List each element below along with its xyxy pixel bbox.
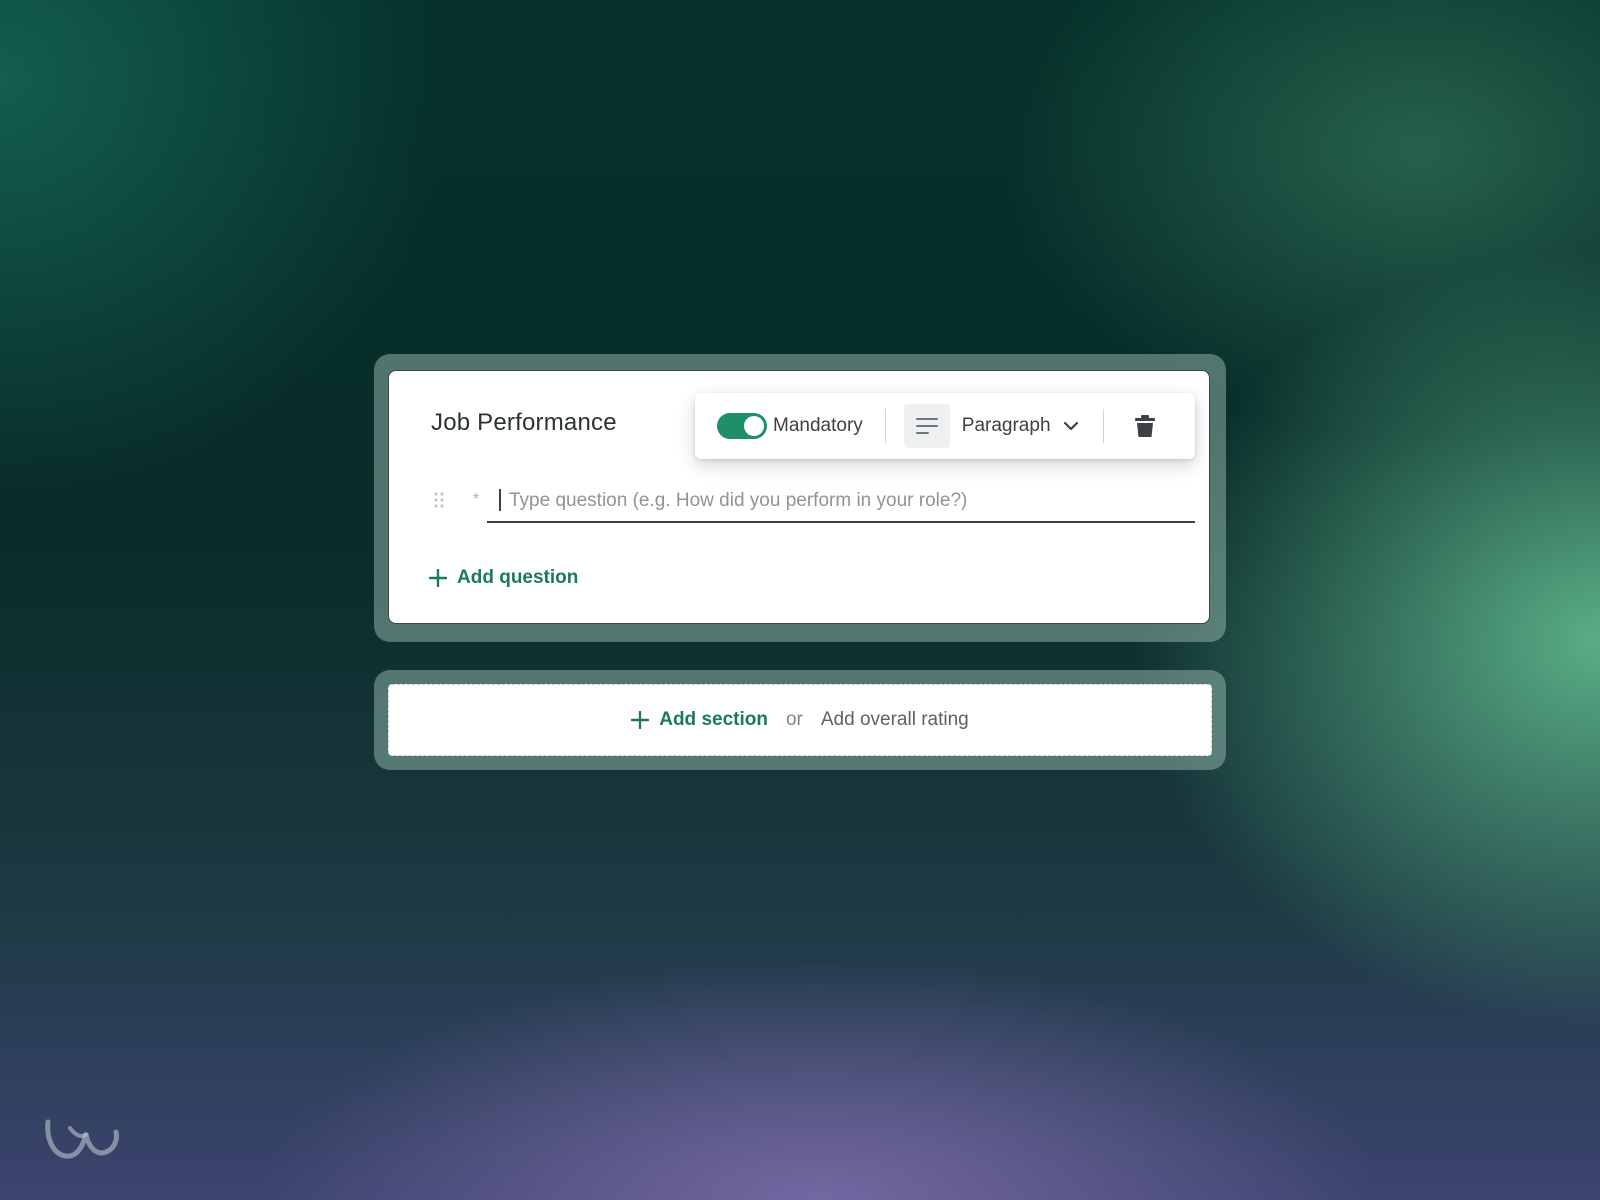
drag-handle-icon[interactable] [433,491,445,514]
question-input[interactable] [509,487,1179,515]
add-section-frame: Add section or Add overall rating [374,670,1226,770]
add-section-label: Add section [659,709,768,730]
or-text: or [785,709,803,730]
mandatory-toggle[interactable] [717,413,767,439]
text-caret [499,489,501,511]
section-card: Job Performance Mandatory Paragraph * Ty… [388,370,1210,624]
brand-logo-icon [42,1116,122,1171]
add-overall-rating-button[interactable]: Add overall rating [821,709,969,731]
add-section-bar: Add section or Add overall rating [388,684,1212,756]
add-question-label: Add question [457,567,579,588]
mandatory-label: Mandatory [773,415,863,436]
required-marker: * [473,491,480,508]
section-card-frame: Job Performance Mandatory Paragraph * Ty… [374,354,1226,642]
question-toolbar: Mandatory Paragraph [695,393,1195,459]
toggle-knob [744,416,764,436]
toolbar-divider [884,409,886,443]
section-title[interactable]: Job Performance [431,409,617,437]
plus-icon [429,569,447,587]
add-question-button[interactable]: Add question [429,567,578,589]
add-section-button[interactable]: Add section [631,709,768,731]
chevron-down-icon[interactable] [1063,420,1079,432]
plus-icon [631,711,650,729]
paragraph-lines-icon[interactable] [903,404,950,448]
question-field[interactable] [487,479,1195,523]
trash-icon[interactable] [1134,414,1156,438]
question-type-select[interactable]: Paragraph [962,415,1051,437]
toolbar-divider [1102,409,1104,443]
